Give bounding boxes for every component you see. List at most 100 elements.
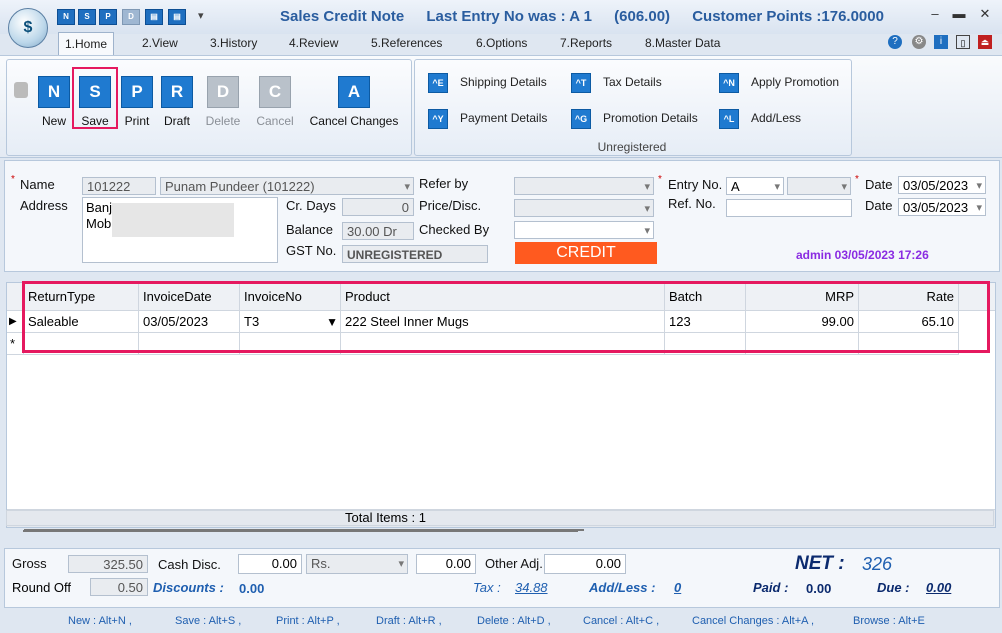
delete-icon: D (207, 76, 239, 108)
add-less-label: Add/Less (751, 111, 802, 126)
promotion-details-button[interactable]: ^G Promotion Details (571, 109, 698, 129)
shortcut-cancel: Cancel : Alt+C , (583, 615, 660, 627)
ref-no-field[interactable] (726, 199, 852, 217)
refer-by-dropdown[interactable] (514, 177, 654, 196)
window-title: Sales Credit Note Last Entry No was : A … (280, 8, 902, 25)
entry-series-dropdown[interactable]: A (726, 177, 784, 196)
close-icon[interactable]: ✕ (974, 6, 996, 24)
credit-button[interactable]: CREDIT (515, 242, 657, 264)
draft-button[interactable]: R Draft (157, 76, 197, 128)
payment-icon: ^Y (428, 109, 448, 129)
date-label: Date (865, 177, 893, 192)
cancel-label: Cancel (256, 114, 294, 128)
other-adj-field[interactable]: 0.00 (544, 554, 626, 574)
customer-code-field[interactable]: 101222 (82, 177, 156, 195)
customer-name-dropdown[interactable]: Punam Pundeer (101222) (160, 177, 414, 196)
ribbon-group-caption: Unregistered (597, 140, 667, 154)
info-icon[interactable]: i (934, 35, 948, 49)
document-icon[interactable]: ▯ (956, 35, 970, 49)
net-label: NET : (795, 553, 845, 574)
price-disc-label: Price/Disc. (419, 198, 482, 213)
shortcut-new: New : Alt+N , (68, 615, 132, 627)
tab-options[interactable]: 6.Options (470, 32, 533, 54)
cash-disc-field[interactable]: 0.00 (238, 554, 302, 574)
new-button[interactable]: N New (34, 76, 74, 128)
add-less-value-link[interactable]: 0 (674, 580, 681, 595)
round-off-field: 0.50 (90, 578, 148, 596)
app-logo[interactable]: $ (8, 8, 48, 48)
price-disc-dropdown[interactable] (514, 199, 654, 218)
minimize-icon[interactable]: – (924, 6, 946, 24)
date-picker-1[interactable]: 03/05/2023 (898, 176, 986, 195)
gst-field: UNREGISTERED (342, 245, 488, 263)
balance-label: Balance (286, 222, 333, 237)
tax-details-button[interactable]: ^T Tax Details (571, 73, 662, 93)
ref-no-label: Ref. No. (668, 196, 716, 211)
lock-icon (14, 82, 28, 98)
quick-save-icon[interactable]: S (78, 9, 96, 25)
last-entry-amount: (606.00) (614, 8, 671, 25)
cancel-button[interactable]: C Cancel (255, 76, 295, 128)
save-button[interactable]: S Save (75, 76, 115, 128)
delete-button[interactable]: D Delete (203, 76, 243, 128)
print-button[interactable]: P Print (117, 76, 157, 128)
address-label: Address (20, 198, 68, 213)
last-entry-text: Last Entry No was : A 1 (426, 8, 592, 25)
cancel-changes-button[interactable]: A Cancel Changes (308, 76, 400, 128)
add-less-button[interactable]: ^L Add/Less (719, 109, 801, 129)
payment-details-button[interactable]: ^Y Payment Details (428, 109, 547, 129)
exit-icon[interactable]: ⏏ (978, 35, 992, 49)
quick-delete-icon[interactable]: D (122, 9, 140, 25)
shipping-details-button[interactable]: ^E Shipping Details (428, 73, 547, 93)
balance-field: 30.00 Dr (342, 222, 414, 240)
apply-promotion-button[interactable]: ^N Apply Promotion (719, 73, 839, 93)
print-icon: P (121, 76, 153, 108)
due-label: Due : (877, 580, 910, 595)
tab-references[interactable]: 5.References (365, 32, 448, 54)
maximize-icon[interactable]: ▬ (948, 6, 970, 24)
discounts-value: 0.00 (239, 581, 265, 596)
quick-access-dropdown-icon[interactable]: ▾ (198, 9, 204, 22)
settings-icon[interactable]: ⚙ (912, 35, 926, 49)
gross-label: Gross (12, 556, 47, 571)
promotion-details-label: Promotion Details (603, 111, 698, 126)
cr-days-label: Cr. Days (286, 198, 336, 213)
save-label: Save (81, 114, 109, 128)
customer-points: Customer Points :176.0000 (692, 8, 884, 25)
quick-print-icon[interactable]: P (99, 9, 117, 25)
quick-doc-icon[interactable]: ▤ (168, 9, 186, 25)
tax-value-link[interactable]: 34.88 (515, 580, 548, 595)
tab-history[interactable]: 3.History (204, 32, 263, 54)
cash-disc-unit-dropdown[interactable]: Rs. (306, 554, 408, 574)
tab-view[interactable]: 2.View (136, 32, 184, 54)
tax-label: Tax : (473, 580, 501, 595)
shortcut-save: Save : Alt+S , (175, 615, 242, 627)
user-timestamp: admin 03/05/2023 17:26 (796, 248, 929, 262)
cash-disc-label: Cash Disc. (158, 557, 221, 572)
redacted-block (112, 203, 234, 237)
shortcut-browse: Browse : Alt+E (853, 615, 925, 627)
name-label: Name (20, 177, 55, 192)
quick-new-icon[interactable]: N (57, 9, 75, 25)
paid-label: Paid : (753, 580, 789, 595)
draft-icon: R (161, 76, 193, 108)
cash-disc-amount-field[interactable]: 0.00 (416, 554, 476, 574)
cr-days-field[interactable]: 0 (342, 198, 414, 216)
shortcut-bar: New : Alt+N , Save : Alt+S , Print : Alt… (0, 610, 1002, 633)
help-icon[interactable]: ? (888, 35, 902, 49)
date-picker-2[interactable]: 03/05/2023 (898, 198, 986, 217)
checked-by-dropdown[interactable] (514, 221, 654, 240)
tab-reports[interactable]: 7.Reports (554, 32, 618, 54)
shipping-details-label: Shipping Details (460, 75, 547, 90)
date-label-2: Date (865, 198, 893, 213)
entry-number-dropdown[interactable] (787, 177, 851, 196)
tab-home[interactable]: 1.Home (58, 32, 115, 55)
scrollbar-thumb[interactable] (23, 530, 578, 532)
add-less-label-footer: Add/Less : (589, 580, 656, 595)
tab-master-data[interactable]: 8.Master Data (639, 32, 726, 54)
quick-grid-icon[interactable]: ▤ (145, 9, 163, 25)
tax-icon: ^T (571, 73, 591, 93)
due-value[interactable]: 0.00 (926, 580, 951, 595)
new-label: New (41, 114, 66, 128)
tab-review[interactable]: 4.Review (283, 32, 344, 54)
